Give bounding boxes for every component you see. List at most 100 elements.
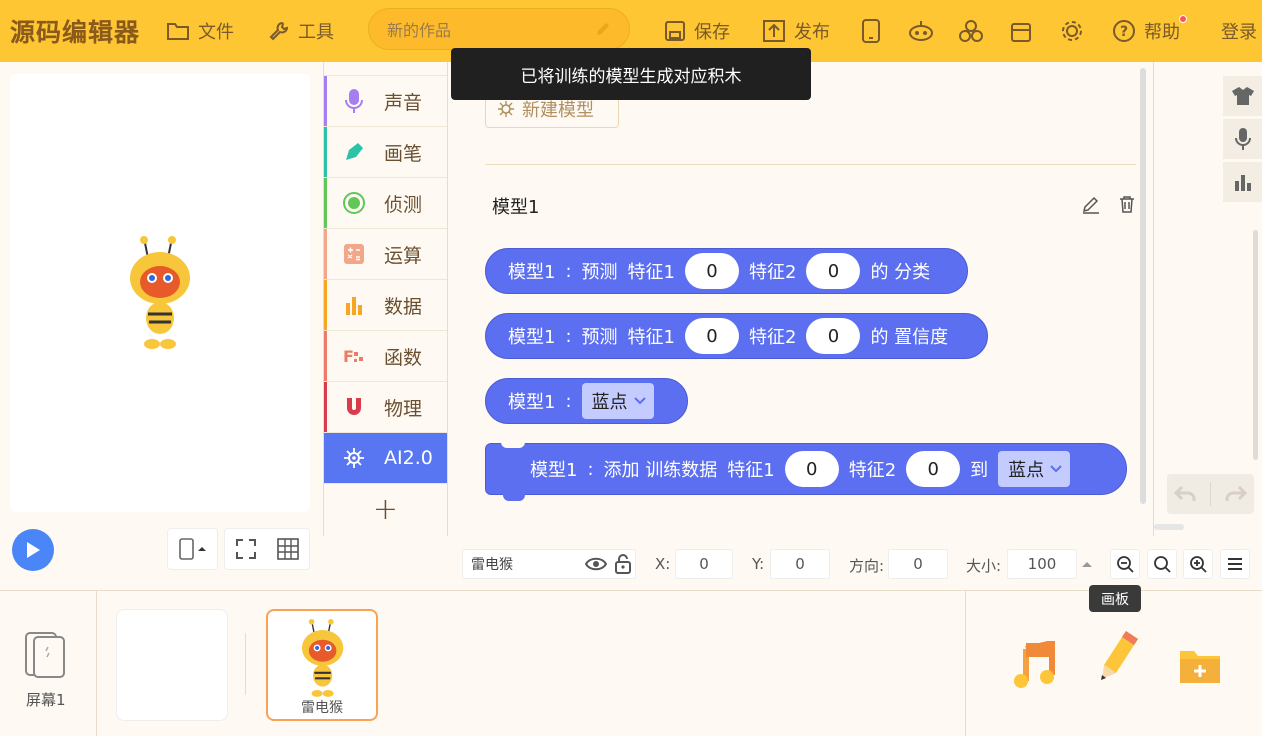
category-pen[interactable]: 画笔 <box>324 127 447 178</box>
edit-model-icon[interactable] <box>1081 194 1101 214</box>
monkey-sprite[interactable] <box>122 236 202 352</box>
wrench-icon <box>269 21 289 41</box>
background-card[interactable] <box>116 609 228 721</box>
zoom-out-button[interactable] <box>1110 549 1140 579</box>
monkey-sprite-thumbnail <box>301 619 347 697</box>
help-button[interactable]: ? 帮助 <box>1112 15 1187 46</box>
magnet-icon <box>347 398 361 415</box>
category-data[interactable]: 数据 <box>324 280 447 331</box>
file-menu[interactable]: 文件 <box>166 16 234 46</box>
category-label: 物理 <box>384 397 423 420</box>
sprite-card[interactable]: 雷电猴 <box>266 609 378 721</box>
folder-icon <box>167 23 189 40</box>
delete-model-icon[interactable] <box>1117 194 1137 214</box>
zoom-in-button[interactable] <box>1183 549 1213 579</box>
block-separator: : <box>565 390 572 412</box>
robot-button[interactable] <box>908 16 934 46</box>
add-training-data-block[interactable]: 模型1 : 添加 训练数据 特征1 0 特征2 0 到 蓝点 <box>485 443 1127 495</box>
code-workspace[interactable]: 新建模型 模型1 模型1 : 预测 特征1 0 特征2 0 的 分类 模型1 :… <box>449 62 1154 536</box>
side-scrollbar[interactable] <box>1253 230 1258 460</box>
pen-icon <box>346 143 363 160</box>
category-functions[interactable]: F 函数 <box>324 331 447 382</box>
question-icon: ? <box>1113 20 1135 42</box>
save-icon <box>665 21 685 41</box>
screen-icon[interactable] <box>24 631 66 679</box>
category-ai[interactable]: AI2.0 <box>324 433 447 484</box>
eye-icon[interactable] <box>585 556 607 572</box>
category-sound[interactable]: 声音 <box>324 76 447 127</box>
function-icon: F <box>343 347 363 366</box>
direction-input[interactable]: 0 <box>888 549 948 579</box>
predict-class-block[interactable]: 模型1 : 预测 特征1 0 特征2 0 的 分类 <box>485 248 968 294</box>
screen-label: 屏幕1 <box>26 691 66 709</box>
lock-icon[interactable] <box>613 553 633 575</box>
undo-icon[interactable] <box>1174 485 1196 503</box>
tools-menu[interactable]: 工具 <box>268 16 334 46</box>
microphone-icon <box>345 89 363 113</box>
login-button[interactable]: 登录 <box>1221 16 1257 46</box>
play-button[interactable] <box>12 529 54 571</box>
workspace-scrollbar-horizontal[interactable] <box>1154 524 1184 530</box>
sprite-card-label: 雷电猴 <box>301 700 343 716</box>
predict-confidence-block[interactable]: 模型1 : 预测 特征1 0 特征2 0 的 置信度 <box>485 313 988 359</box>
block-model-name: 模型1 <box>508 327 556 348</box>
block-tail: 的 分类 <box>870 262 931 283</box>
device-button[interactable] <box>861 16 881 46</box>
category-label: 声音 <box>384 91 423 114</box>
category-label: 画笔 <box>384 142 423 165</box>
zoom-reset-button[interactable] <box>1147 549 1177 579</box>
x-input[interactable]: 0 <box>675 549 733 579</box>
block-verb: 预测 <box>581 262 618 283</box>
label-dropdown[interactable]: 蓝点 <box>581 383 654 419</box>
zoom-out-icon <box>1117 556 1134 573</box>
fullscreen-icon[interactable] <box>235 538 257 560</box>
feature1-input[interactable]: 0 <box>684 253 739 289</box>
block-separator: : <box>565 260 572 282</box>
asset-panel <box>965 591 1262 736</box>
publish-button[interactable]: 发布 <box>762 16 830 46</box>
feature2-input[interactable]: 0 <box>906 451 961 487</box>
costume-button[interactable] <box>1223 76 1262 116</box>
label-dropdown[interactable]: 蓝点 <box>998 451 1071 487</box>
triangle-up-icon <box>1082 562 1092 567</box>
gift-button[interactable] <box>1009 16 1033 46</box>
stage-canvas[interactable] <box>10 74 310 512</box>
category-label: 侦测 <box>384 193 423 216</box>
menu-button[interactable] <box>1220 549 1250 579</box>
save-button[interactable]: 保存 <box>664 16 730 46</box>
collapse-button[interactable] <box>1072 549 1102 579</box>
target-icon <box>343 192 365 214</box>
workspace-scrollbar-vertical[interactable] <box>1140 68 1146 504</box>
bar-chart-icon <box>1234 175 1251 191</box>
category-physics[interactable]: 物理 <box>324 382 447 433</box>
add-folder-icon[interactable] <box>1178 645 1222 685</box>
model-label-block[interactable]: 模型1 : 蓝点 <box>485 378 688 424</box>
feature2-input[interactable]: 0 <box>806 318 861 354</box>
music-icon[interactable] <box>1010 641 1056 689</box>
settings-button[interactable] <box>1059 16 1085 46</box>
pencil-icon[interactable] <box>1096 629 1140 681</box>
redo-icon[interactable] <box>1225 485 1247 503</box>
dropdown-value: 蓝点 <box>1008 460 1045 481</box>
category-operators[interactable]: 运算 <box>324 229 447 280</box>
size-input[interactable]: 100 <box>1007 549 1077 579</box>
extensions-button[interactable] <box>958 16 984 46</box>
feature1-input[interactable]: 0 <box>784 451 839 487</box>
data-panel-button[interactable] <box>1223 162 1262 202</box>
feature1-input[interactable]: 0 <box>684 318 739 354</box>
block-feature2-label: 特征2 <box>748 262 797 283</box>
sound-button[interactable] <box>1223 119 1262 159</box>
sprite-name-field[interactable]: 雷电猴 <box>462 549 636 579</box>
category-label: 运算 <box>384 244 423 267</box>
help-label: 帮助 <box>1144 15 1187 44</box>
grid-icon[interactable] <box>277 538 299 560</box>
feature2-input[interactable]: 0 <box>806 253 861 289</box>
divider <box>485 164 1136 165</box>
add-extension-button[interactable]: + <box>324 484 447 534</box>
app-logo[interactable]: 源码编辑器 <box>10 13 140 49</box>
edit-pencil-icon <box>597 23 609 35</box>
device-orientation-button[interactable] <box>167 528 218 570</box>
category-sensing[interactable]: 侦测 <box>324 178 447 229</box>
project-title-input[interactable]: 新的作品 <box>368 8 630 50</box>
y-input[interactable]: 0 <box>770 549 830 579</box>
